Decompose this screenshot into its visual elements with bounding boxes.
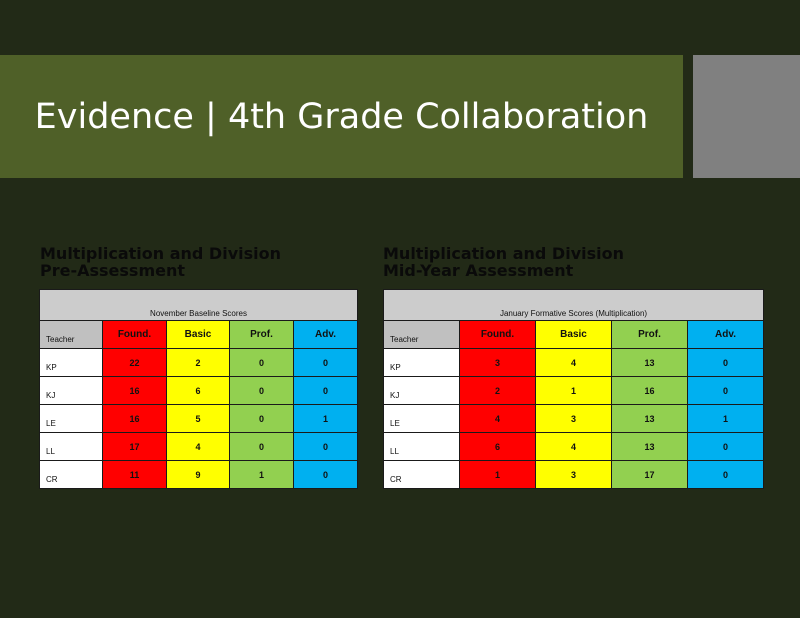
- adv-cell: 0: [686, 376, 765, 405]
- teacher-cell: KJ: [39, 376, 103, 405]
- right-panel-heading: Multiplication and Division Mid-Year Ass…: [383, 245, 624, 279]
- table-row: CR 11 9 1 0: [39, 460, 359, 489]
- right-header-basic: Basic: [535, 320, 612, 349]
- right-header-found: Found.: [459, 320, 536, 349]
- teacher-cell: KP: [383, 348, 460, 377]
- table-row: LL 6 4 13 0: [383, 432, 765, 461]
- adv-cell: 0: [686, 460, 765, 489]
- table-row: KP 3 4 13 0: [383, 348, 765, 377]
- left-panel-heading: Multiplication and Division Pre-Assessme…: [40, 245, 281, 279]
- left-header-adv: Adv.: [292, 320, 359, 349]
- right-header-adv: Adv.: [686, 320, 765, 349]
- teacher-cell: LE: [39, 404, 103, 433]
- prof-cell: 13: [611, 404, 688, 433]
- found-cell: 3: [459, 348, 536, 377]
- prof-cell: 0: [229, 404, 294, 433]
- right-heading-line2: Mid-Year Assessment: [383, 261, 574, 280]
- found-cell: 11: [102, 460, 167, 489]
- prof-cell: 0: [229, 348, 294, 377]
- found-cell: 2: [459, 376, 536, 405]
- table-row: KP 22 2 0 0: [39, 348, 359, 377]
- teacher-cell: KJ: [383, 376, 460, 405]
- adv-cell: 0: [292, 348, 359, 377]
- found-cell: 16: [102, 404, 167, 433]
- prof-cell: 13: [611, 432, 688, 461]
- table-row: LE 4 3 13 1: [383, 404, 765, 433]
- teacher-cell: LL: [39, 432, 103, 461]
- right-scores-table: January Formative Scores (Multiplication…: [382, 289, 765, 489]
- teacher-cell: LL: [383, 432, 460, 461]
- table-row: KJ 16 6 0 0: [39, 376, 359, 405]
- basic-cell: 3: [535, 404, 612, 433]
- left-header-teacher: Teacher: [39, 320, 103, 349]
- teacher-cell: KP: [39, 348, 103, 377]
- left-table-caption: November Baseline Scores: [38, 289, 359, 321]
- teacher-cell: CR: [39, 460, 103, 489]
- table-row: KJ 2 1 16 0: [383, 376, 765, 405]
- basic-cell: 4: [166, 432, 230, 461]
- adv-cell: 0: [686, 348, 765, 377]
- title-banner: Evidence | 4th Grade Collaboration: [0, 55, 683, 178]
- adv-cell: 0: [292, 460, 359, 489]
- found-cell: 17: [102, 432, 167, 461]
- left-heading-line2: Pre-Assessment: [40, 261, 185, 280]
- basic-cell: 2: [166, 348, 230, 377]
- table-row: LE 16 5 0 1: [39, 404, 359, 433]
- found-cell: 16: [102, 376, 167, 405]
- prof-cell: 13: [611, 348, 688, 377]
- left-header-prof: Prof.: [229, 320, 294, 349]
- basic-cell: 1: [535, 376, 612, 405]
- found-cell: 6: [459, 432, 536, 461]
- slide-title: Evidence | 4th Grade Collaboration: [34, 96, 649, 137]
- basic-cell: 6: [166, 376, 230, 405]
- table-row: CR 1 3 17 0: [383, 460, 765, 489]
- right-table-caption: January Formative Scores (Multiplication…: [382, 289, 765, 321]
- found-cell: 4: [459, 404, 536, 433]
- adv-cell: 0: [292, 376, 359, 405]
- basic-cell: 3: [535, 460, 612, 489]
- prof-cell: 0: [229, 432, 294, 461]
- basic-cell: 9: [166, 460, 230, 489]
- right-heading-line1: Multiplication and Division: [383, 244, 624, 263]
- left-scores-table: November Baseline Scores Teacher Found. …: [38, 289, 359, 489]
- basic-cell: 4: [535, 348, 612, 377]
- table-row: LL 17 4 0 0: [39, 432, 359, 461]
- basic-cell: 5: [166, 404, 230, 433]
- prof-cell: 0: [229, 376, 294, 405]
- left-header-basic: Basic: [166, 320, 230, 349]
- right-header-prof: Prof.: [611, 320, 688, 349]
- right-header-teacher: Teacher: [383, 320, 460, 349]
- adv-cell: 0: [686, 432, 765, 461]
- gray-accent-block: [693, 55, 800, 178]
- teacher-cell: CR: [383, 460, 460, 489]
- adv-cell: 1: [686, 404, 765, 433]
- prof-cell: 16: [611, 376, 688, 405]
- basic-cell: 4: [535, 432, 612, 461]
- prof-cell: 17: [611, 460, 688, 489]
- adv-cell: 0: [292, 432, 359, 461]
- adv-cell: 1: [292, 404, 359, 433]
- found-cell: 22: [102, 348, 167, 377]
- left-header-found: Found.: [102, 320, 167, 349]
- prof-cell: 1: [229, 460, 294, 489]
- found-cell: 1: [459, 460, 536, 489]
- left-heading-line1: Multiplication and Division: [40, 244, 281, 263]
- teacher-cell: LE: [383, 404, 460, 433]
